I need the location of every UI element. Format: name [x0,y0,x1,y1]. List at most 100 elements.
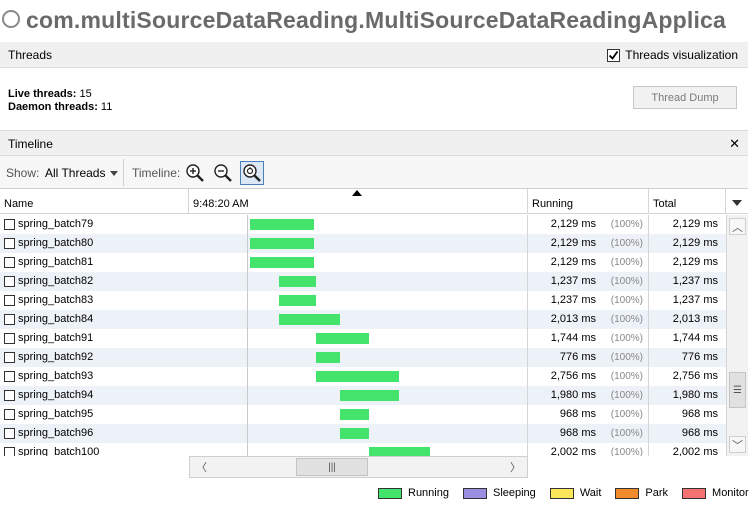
threads-visualization-checkbox[interactable] [607,48,621,62]
timeline-label: Timeline: [132,166,181,180]
thread-name: spring_batch84 [18,313,94,325]
column-menu-button[interactable] [726,189,748,214]
table-row[interactable]: spring_batch84 2,013 ms (100%) 2,013 ms [0,310,726,329]
table-row[interactable]: spring_batch93 2,756 ms (100%) 2,756 ms [0,367,726,386]
zoom-in-icon [186,164,204,182]
sort-ascending-icon [352,190,362,196]
show-label: Show: [6,166,40,180]
total-column-header[interactable]: Total [649,189,726,214]
horizontal-scroll-thumb[interactable]: ||| [296,458,368,476]
running-time-value: 968 ms [559,427,596,439]
total-time-cell: 968 ms [649,405,726,424]
thread-name-cell: spring_batch84 [0,310,189,329]
running-state-bar [279,314,340,325]
thread-name: spring_batch91 [18,332,94,344]
thread-checkbox[interactable] [4,333,15,344]
running-percent-value: (100%) [610,409,643,420]
total-time-cell: 2,756 ms [649,367,726,386]
running-time-cell: 1,237 ms (100%) [528,291,649,310]
daemon-threads-label: Daemon threads: [8,101,98,113]
thread-checkbox[interactable] [4,257,15,268]
fit-zoom-button[interactable] [240,161,264,185]
thread-checkbox[interactable] [4,409,15,420]
thread-checkbox[interactable] [4,428,15,439]
thread-checkbox[interactable] [4,390,15,401]
table-row[interactable]: spring_batch81 2,129 ms (100%) 2,129 ms [0,253,726,272]
timeline-section-label: Timeline [8,137,53,151]
show-filter-dropdown[interactable]: All Threads [45,166,119,180]
thread-checkbox[interactable] [4,352,15,363]
thread-checkbox[interactable] [4,314,15,325]
thread-name: spring_batch94 [18,389,94,401]
running-percent-value: (100%) [610,352,643,363]
thread-checkbox[interactable] [4,447,15,456]
running-time-cell: 2,129 ms (100%) [528,234,649,253]
running-state-bar [369,447,430,456]
table-row[interactable]: spring_batch79 2,129 ms (100%) 2,129 ms [0,215,726,234]
timeline-column-header[interactable]: 9:48:20 AM [189,189,528,214]
table-row[interactable]: spring_batch83 1,237 ms (100%) 1,237 ms [0,291,726,310]
thread-timeline-cell [189,348,528,367]
thread-name: spring_batch92 [18,351,94,363]
thread-checkbox[interactable] [4,238,15,249]
thread-name-cell: spring_batch80 [0,234,189,253]
horizontal-scrollbar[interactable]: 〈 ||| 〉 [189,456,528,478]
running-state-bar [279,276,316,287]
scroll-left-icon[interactable]: 〈 [193,459,210,475]
thread-checkbox[interactable] [4,295,15,306]
scroll-thumb[interactable]: ☰ [729,372,746,408]
table-row[interactable]: spring_batch92 776 ms (100%) 776 ms [0,348,726,367]
timeline-time-label: 9:48:20 AM [193,198,249,210]
legend-swatch [615,487,640,499]
thread-checkbox[interactable] [4,219,15,230]
running-time-value: 1,237 ms [550,294,596,306]
thread-name-cell: spring_batch94 [0,386,189,405]
thread-checkbox[interactable] [4,276,15,287]
timeline-toolbar: Show: All Threads Timeline: [0,156,748,189]
thread-name-cell: spring_batch93 [0,367,189,386]
scroll-up-icon[interactable]: ︿ [729,218,746,235]
threads-visualization-toggle[interactable]: Threads visualization [607,48,738,62]
thread-timeline-cell [189,253,528,272]
running-percent-value: (100%) [610,314,643,325]
table-row[interactable]: spring_batch91 1,744 ms (100%) 1,744 ms [0,329,726,348]
table-row[interactable]: spring_batch82 1,237 ms (100%) 1,237 ms [0,272,726,291]
chevron-down-icon [110,170,119,176]
running-column-header[interactable]: Running [528,189,649,214]
threads-section-header: Threads Threads visualization [0,42,748,68]
table-row[interactable]: spring_batch94 1,980 ms (100%) 1,980 ms [0,386,726,405]
name-column-header[interactable]: Name [0,189,189,214]
thread-dump-button[interactable]: Thread Dump [633,86,737,109]
thread-name-cell: spring_batch92 [0,348,189,367]
thread-name: spring_batch81 [18,256,94,268]
thread-name-cell: spring_batch79 [0,215,189,234]
total-time-value: 2,129 ms [672,218,718,230]
thread-timeline-cell [189,329,528,348]
running-time-cell: 1,980 ms (100%) [528,386,649,405]
vertical-scrollbar[interactable]: ︿ ☰ ﹀ [726,215,748,456]
legend-swatch [378,487,402,499]
zoom-out-button[interactable] [211,161,235,185]
thread-state-legend: Running Sleeping Wait Park Monitor [378,487,754,499]
total-time-cell: 2,129 ms [649,215,726,234]
thread-checkbox[interactable] [4,371,15,382]
total-time-cell: 968 ms [649,424,726,443]
table-row[interactable]: spring_batch80 2,129 ms (100%) 2,129 ms [0,234,726,253]
fit-icon [243,164,261,182]
thread-name-cell: spring_batch100 [0,443,189,456]
legend-label: Running [408,487,449,499]
thread-name: spring_batch82 [18,275,94,287]
toolbar-separator [123,159,124,186]
total-time-value: 776 ms [681,351,718,363]
close-icon[interactable]: ✕ [729,136,740,152]
legend-label: Park [645,487,669,499]
timeline-time-marker [247,215,248,456]
scroll-down-icon[interactable]: ﹀ [729,436,746,453]
scroll-right-icon[interactable]: 〉 [507,459,524,475]
thread-timeline-cell [189,215,528,234]
legend-item-running: Running [378,487,449,499]
table-row[interactable]: spring_batch100 2,002 ms (100%) 2,002 ms [0,443,726,456]
zoom-in-button[interactable] [183,161,207,185]
table-row[interactable]: spring_batch95 968 ms (100%) 968 ms [0,405,726,424]
table-row[interactable]: spring_batch96 968 ms (100%) 968 ms [0,424,726,443]
